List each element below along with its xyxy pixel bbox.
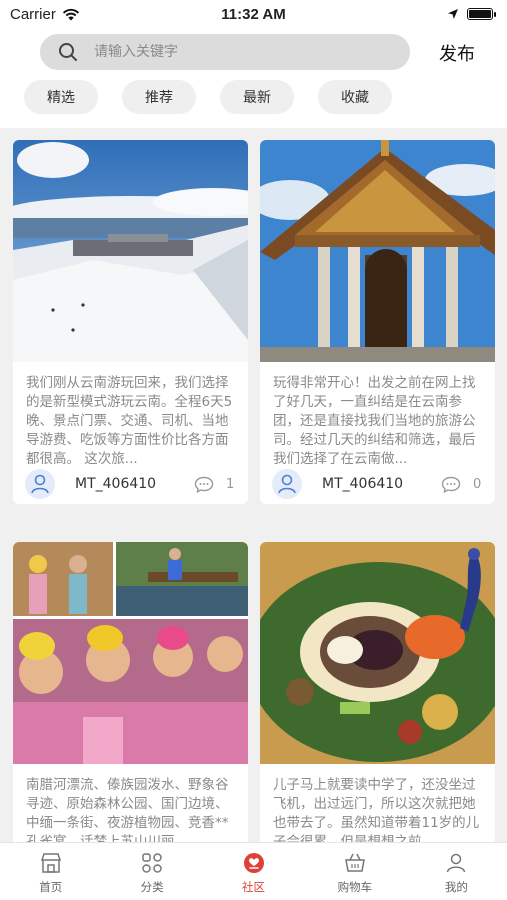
post-card[interactable]: 南腊河漂流、傣族园泼水、野象谷寻迹、原始森林公园、国门边境、中缅一条街、夜游植物…: [13, 542, 248, 842]
location-arrow-icon: [448, 9, 458, 19]
post-text: 玩得非常开心！出发之前在网上找了好几天，一直纠结是在云南参团，还是直接找我们当地…: [273, 375, 476, 464]
post-card[interactable]: 玩得非常开心！出发之前在网上找了好几天，一直纠结是在云南参团，还是直接找我们当地…: [260, 140, 495, 504]
user-icon: [31, 474, 49, 494]
tab-label: 首页: [39, 880, 63, 894]
tab-home[interactable]: 首页: [0, 843, 101, 900]
filter-chips: 精选 推荐 最新 收藏: [24, 80, 392, 114]
chip-latest[interactable]: 最新: [220, 80, 294, 114]
post-image: [260, 140, 495, 362]
chip-favorites[interactable]: 收藏: [318, 80, 392, 114]
shop-icon: [40, 853, 61, 873]
tab-category[interactable]: 分类: [101, 843, 202, 900]
grid-icon: [142, 853, 162, 873]
post-text: 儿子马上就要读中学了，还没坐过飞机，出过远门，所以这次就把她也带去了。虽然知道带…: [273, 777, 480, 842]
wifi-icon: [62, 8, 79, 20]
tab-bar: 首页 分类 社区 购物车 我的: [0, 842, 507, 900]
chip-featured[interactable]: 精选: [24, 80, 98, 114]
post-image: [13, 542, 248, 764]
status-bar: Carrier 11:32 AM: [0, 0, 507, 28]
publish-button[interactable]: 发布: [439, 40, 475, 66]
tab-label: 购物车: [337, 880, 373, 894]
search-row: 发布: [0, 34, 507, 72]
search-icon: [59, 43, 77, 61]
tab-label: 分类: [140, 880, 164, 894]
tab-cart[interactable]: 购物车: [304, 843, 405, 900]
clock: 11:32 AM: [221, 5, 286, 23]
user-icon: [278, 474, 296, 494]
chip-recommended[interactable]: 推荐: [122, 80, 196, 114]
post-image: [13, 140, 248, 362]
post-card[interactable]: 我们刚从云南游玩回来，我们选择的是新型模式游玩云南。全程6天5晚、景点门票、交通…: [13, 140, 248, 504]
person-icon: [447, 853, 466, 873]
author-name[interactable]: MT_406410: [75, 476, 194, 492]
tab-label: 社区: [242, 880, 266, 894]
tab-mine[interactable]: 我的: [406, 843, 507, 900]
post-text: 南腊河漂流、傣族园泼水、野象谷寻迹、原始森林公园、国门边境、中缅一条街、夜游植物…: [26, 777, 229, 842]
comment-count: 1: [226, 476, 235, 492]
post-image: [260, 542, 495, 764]
comment-icon[interactable]: [441, 476, 461, 493]
carrier-label: Carrier: [10, 5, 56, 23]
author-name[interactable]: MT_406410: [322, 476, 441, 492]
avatar[interactable]: [25, 469, 55, 499]
avatar[interactable]: [272, 469, 302, 499]
community-icon: [243, 853, 264, 873]
comment-count: 0: [473, 476, 482, 492]
tab-community[interactable]: 社区: [203, 843, 304, 900]
cart-icon: [345, 853, 365, 872]
post-text: 我们刚从云南游玩回来，我们选择的是新型模式游玩云南。全程6天5晚、景点门票、交通…: [26, 375, 233, 464]
comment-icon[interactable]: [194, 476, 214, 493]
post-feed[interactable]: 我们刚从云南游玩回来，我们选择的是新型模式游玩云南。全程6天5晚、景点门票、交通…: [0, 128, 507, 842]
tab-label: 我的: [444, 880, 468, 894]
post-card[interactable]: 儿子马上就要读中学了，还没坐过飞机，出过远门，所以这次就把她也带去了。虽然知道带…: [260, 542, 495, 842]
post-meta: MT_406410 1: [13, 464, 248, 504]
search-input[interactable]: [94, 44, 374, 60]
post-meta: MT_406410 0: [260, 464, 495, 504]
battery-icon: [467, 8, 496, 20]
search-bar[interactable]: [40, 34, 410, 70]
